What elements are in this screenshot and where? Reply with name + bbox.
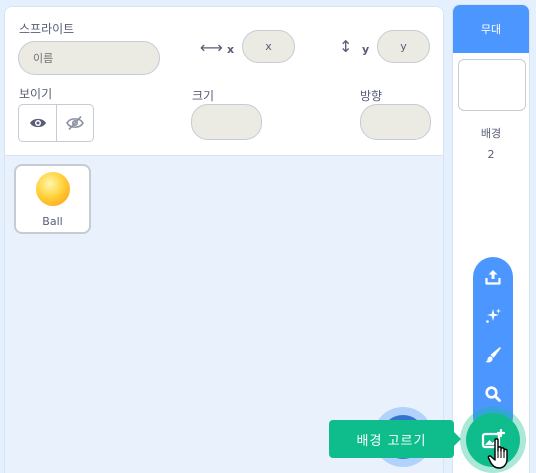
surprise-backdrop-button[interactable] [473,301,513,331]
sprite-label: 스프라이트 [19,22,75,36]
sprite-info-panel: 스프라이트 ⟷ x x ↕ y y 보이기 [5,7,443,156]
ball-costume-thumbnail [36,172,70,206]
sprite-pane: 스프라이트 ⟷ x x ↕ y y 보이기 [4,6,444,473]
visibility-toggle-group [18,104,94,142]
x-position-input[interactable]: x [242,30,295,63]
surprise-icon [486,308,501,323]
upload-icon [485,270,501,285]
y-placeholder: y [400,40,407,53]
backdrops-label: 배경 [480,127,502,140]
show-sprite-button[interactable] [19,105,56,141]
sprite-tile-ball[interactable]: Ball [14,164,91,234]
tooltip-text: 배경 고르기 [356,433,427,449]
search-icon [485,386,501,402]
stage-header: 무대 [453,5,529,53]
stage-thumbnail[interactable] [458,59,526,111]
paint-icon [485,347,501,363]
y-position-input[interactable]: y [377,30,430,63]
vertical-arrows-icon: ↕ [339,37,353,56]
y-axis-label: y [362,43,370,56]
choose-backdrop-tooltip: 배경 고르기 [329,420,461,458]
hand-cursor-icon [487,438,508,469]
backdrops-count: 2 [487,148,495,161]
x-axis-label: x [227,43,235,56]
upload-backdrop-button[interactable] [473,262,513,292]
size-input[interactable] [191,104,262,140]
sprite-name-input[interactable] [18,41,160,75]
x-placeholder: x [265,40,272,53]
choose-backdrop-search-button[interactable] [473,379,513,409]
eye-icon [29,118,46,128]
paint-backdrop-button[interactable] [473,340,513,370]
direction-input[interactable] [360,104,431,140]
show-label: 보이기 [19,87,53,101]
size-label: 크기 [192,89,215,103]
sprite-name-label: Ball [42,215,63,228]
hide-sprite-button[interactable] [56,105,93,141]
eye-slash-icon [66,115,84,131]
horizontal-arrows-icon: ⟷ [200,38,223,57]
direction-label: 방향 [360,89,383,103]
